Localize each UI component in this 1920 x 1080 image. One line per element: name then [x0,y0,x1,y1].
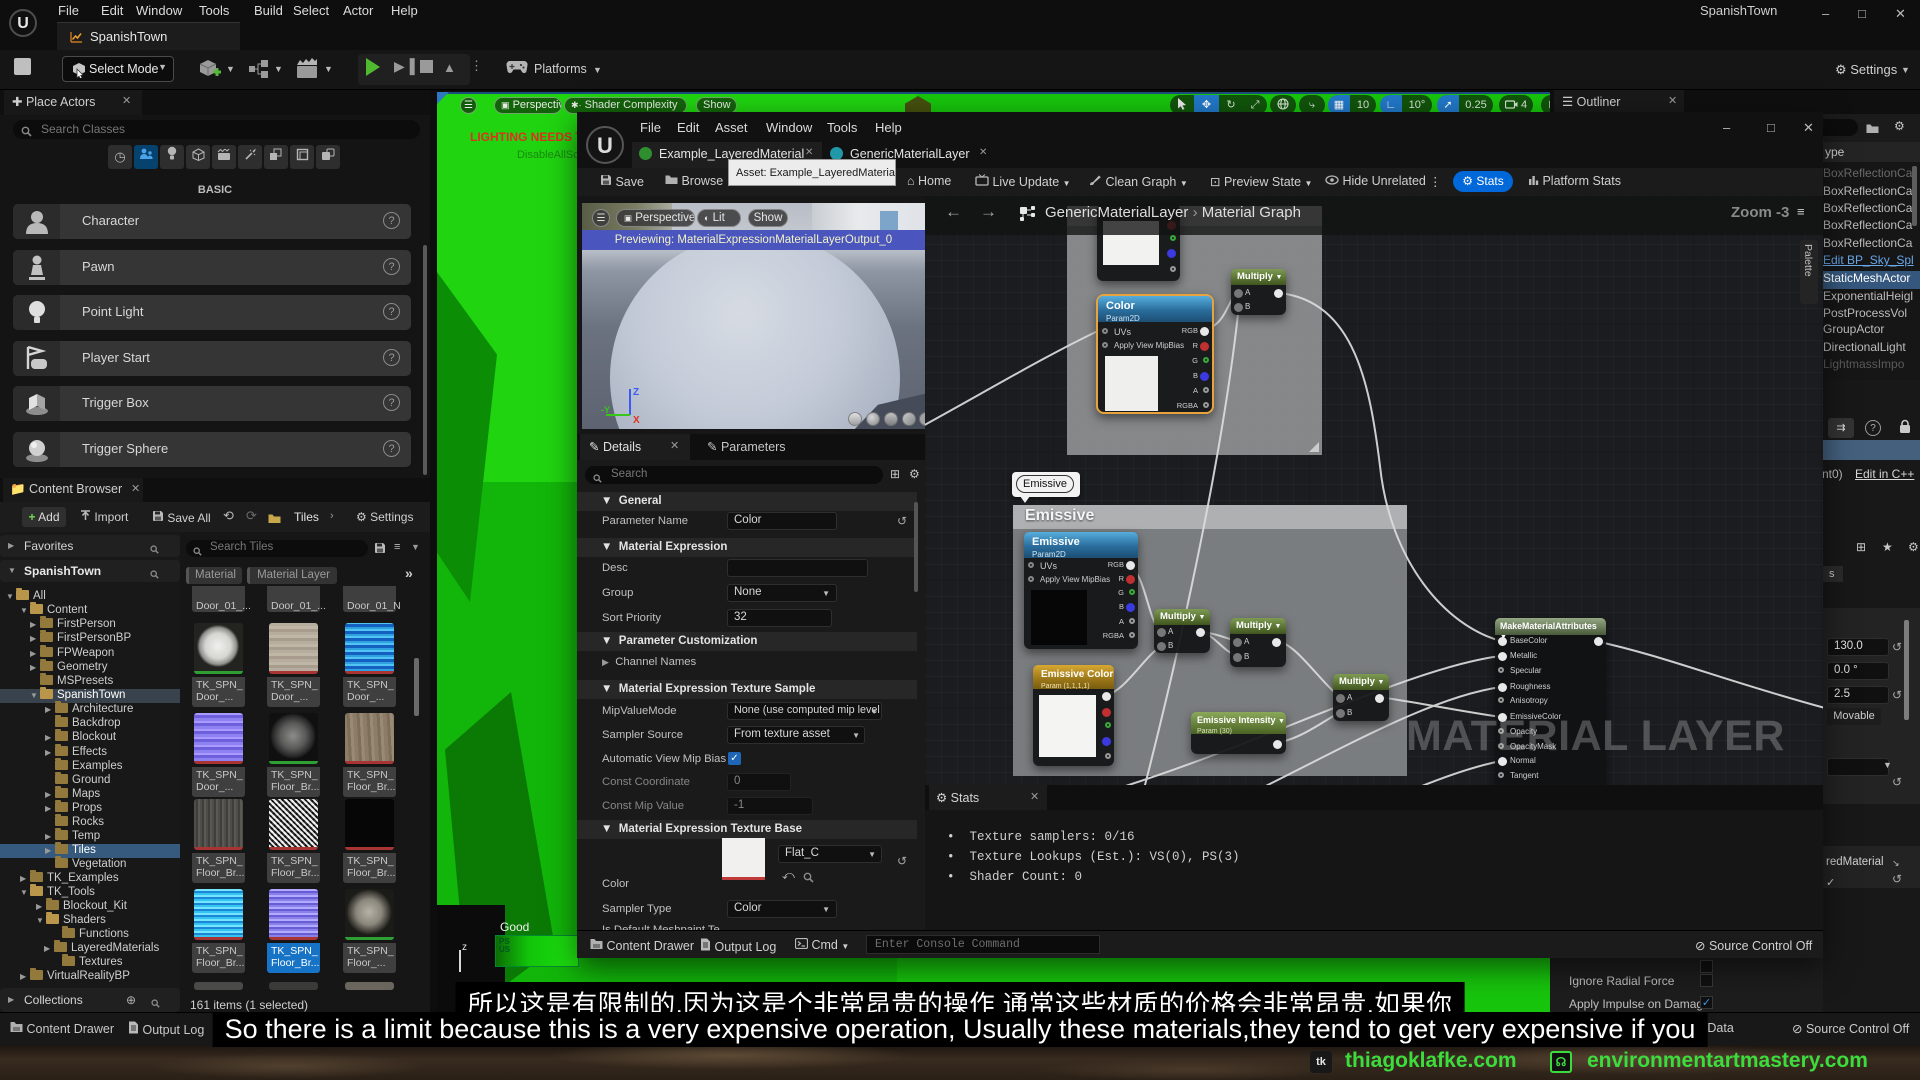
svg-text:-Y: -Y [601,405,610,415]
svg-text:Z: Z [633,387,639,398]
svg-text:X: X [633,415,640,423]
